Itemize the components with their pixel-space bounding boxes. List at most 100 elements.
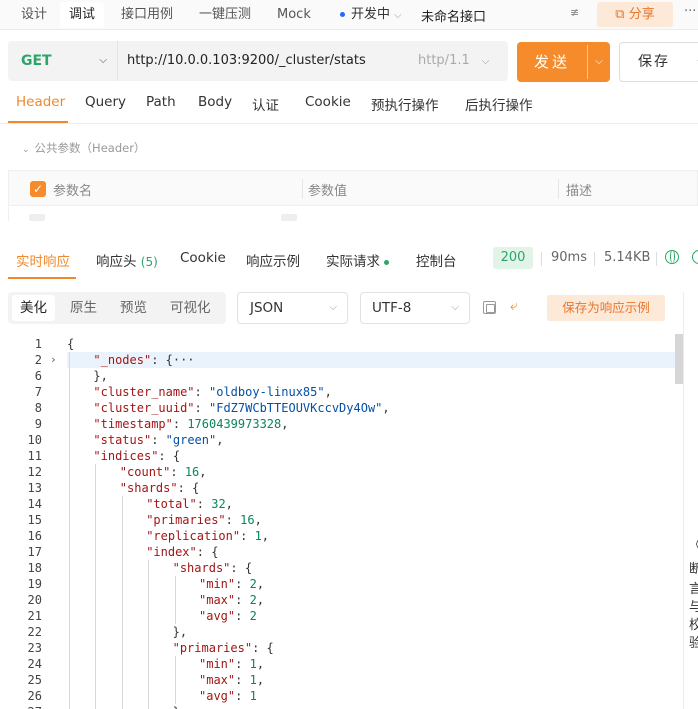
indent-guide bbox=[148, 640, 150, 656]
line-number: 17 bbox=[27, 545, 42, 559]
code-text: "min": 1, bbox=[199, 657, 265, 671]
column-divider[interactable] bbox=[302, 179, 303, 199]
method-select[interactable]: GET ⌵ bbox=[8, 41, 118, 81]
indent-guide bbox=[121, 560, 123, 576]
tab-realtime-response[interactable]: 实时响应 bbox=[16, 250, 70, 270]
indent-guide bbox=[121, 608, 123, 624]
tab-console[interactable]: 控制台 bbox=[416, 250, 457, 270]
share-button[interactable]: ⧉ 分享 bbox=[597, 2, 673, 27]
tab-design[interactable]: 设计 bbox=[12, 2, 56, 28]
indent-guide bbox=[69, 640, 70, 656]
indent-guide bbox=[95, 512, 97, 528]
tab-post-request[interactable]: 后执行操作 bbox=[465, 94, 533, 114]
view-visualize[interactable]: 可视化 bbox=[162, 295, 219, 321]
environment-selector[interactable]: 开发中 ⌵ bbox=[331, 2, 411, 28]
indent-guide bbox=[69, 512, 70, 528]
method-label: GET bbox=[21, 53, 52, 69]
public-params-toggle[interactable]: ⌄ 公共参数（Header） bbox=[22, 140, 145, 156]
code-line: 8 "cluster_uuid": "FdZ7WCbTTEOUVKccvDy4Ow… bbox=[0, 400, 675, 416]
code-line: 23 "primaries": { bbox=[0, 640, 675, 656]
line-number: 21 bbox=[27, 609, 42, 623]
tab-cookie[interactable]: Cookie bbox=[305, 94, 351, 110]
indent-guide bbox=[148, 624, 150, 640]
code-text: "max": 2, bbox=[199, 593, 265, 607]
indent-guide bbox=[121, 576, 123, 592]
column-divider[interactable] bbox=[558, 179, 559, 199]
code-text: }, bbox=[172, 625, 188, 639]
request-bar: GET ⌵ http://10.0.0.103:9200/_cluster/st… bbox=[8, 41, 508, 81]
col-param-name: 参数名 bbox=[53, 184, 93, 199]
side-panel-char: 验 bbox=[689, 636, 698, 651]
encoding-select[interactable]: UTF-8 ⌵ bbox=[360, 292, 470, 324]
indent-guide bbox=[69, 704, 70, 709]
format-icon[interactable]: ≢ bbox=[570, 6, 586, 22]
send-button[interactable]: 发送 ⌵ bbox=[517, 42, 610, 82]
api-name-input[interactable] bbox=[421, 4, 561, 26]
indent-guide bbox=[174, 688, 176, 704]
wrap-lines-icon[interactable]: ⤶ bbox=[510, 298, 518, 314]
tab-response-headers[interactable]: 响应头 (5) bbox=[96, 250, 158, 270]
chevron-down-icon: ⌵ bbox=[451, 302, 459, 313]
copy-icon[interactable] bbox=[483, 301, 496, 314]
tab-cases[interactable]: 接口用例 bbox=[112, 2, 182, 28]
url-input[interactable]: http://10.0.0.103:9200/_cluster/stats bbox=[127, 41, 366, 81]
indent-guide bbox=[148, 608, 150, 624]
line-number: 13 bbox=[27, 481, 42, 495]
side-panel-char: 断 bbox=[689, 562, 698, 577]
tab-auth[interactable]: 认证 bbox=[252, 94, 279, 114]
save-button[interactable]: 保存 ⌵ bbox=[619, 42, 698, 82]
fold-chevron-icon[interactable]: › bbox=[50, 352, 57, 368]
indent-guide bbox=[69, 544, 70, 560]
tab-response-cookie[interactable]: Cookie bbox=[180, 250, 226, 266]
tab-response-example[interactable]: 响应示例 bbox=[246, 250, 300, 270]
code-line: 16 "replication": 1, bbox=[0, 528, 675, 544]
tab-path[interactable]: Path bbox=[146, 94, 176, 110]
indent-guide bbox=[69, 368, 70, 384]
tab-body[interactable]: Body bbox=[198, 94, 232, 110]
more-options-icon[interactable]: ··· bbox=[684, 4, 696, 19]
view-mode-segment: 美化 原生 预览 可视化 bbox=[8, 292, 226, 324]
code-line: 9 "timestamp": 1760439973328, bbox=[0, 416, 675, 432]
chevron-down-icon[interactable]: ⌵ bbox=[588, 42, 610, 82]
public-params-label: 公共参数（Header） bbox=[34, 141, 146, 155]
editor-scrollbar[interactable] bbox=[675, 334, 683, 384]
format-select[interactable]: JSON ⌵ bbox=[237, 292, 348, 324]
code-text: }, bbox=[93, 369, 108, 383]
code-line: 6}, bbox=[0, 368, 675, 384]
view-raw[interactable]: 原生 bbox=[62, 295, 105, 321]
indent-guide bbox=[174, 672, 176, 688]
code-line: 27} bbox=[0, 704, 675, 709]
side-panel-char: 与 bbox=[689, 600, 698, 615]
indent-guide bbox=[121, 512, 123, 528]
code-line: 20 "max": 2, bbox=[0, 592, 675, 608]
request-tabs: Header Query Path Body 认证 Cookie 预执行操作 后… bbox=[0, 90, 698, 124]
protocol-select[interactable]: http/1.1 ⌵ bbox=[418, 41, 489, 81]
tab-pre-request[interactable]: 预执行操作 bbox=[371, 94, 439, 114]
globe-icon[interactable] bbox=[665, 250, 679, 264]
protocol-label: http/1.1 bbox=[418, 53, 470, 68]
view-preview[interactable]: 预览 bbox=[112, 295, 155, 321]
share-icon: ⧉ bbox=[615, 7, 625, 22]
tab-header[interactable]: Header bbox=[16, 94, 65, 110]
tab-actual-request[interactable]: 实际请求 bbox=[326, 250, 389, 270]
indent-guide bbox=[95, 464, 97, 480]
line-number: 26 bbox=[27, 689, 42, 703]
tab-stress-test[interactable]: 一键压测 bbox=[190, 2, 260, 28]
response-body-editor[interactable]: 1{2 › "_nodes": {··· 6}, 7 "cluster_name": "o… bbox=[0, 334, 675, 709]
code-line: 22}, bbox=[0, 624, 675, 640]
view-pretty[interactable]: 美化 bbox=[12, 295, 55, 321]
chevron-down-icon: ⌵ bbox=[99, 55, 107, 66]
indent-guide bbox=[69, 592, 70, 608]
code-line: 10 "status": "green", bbox=[0, 432, 675, 448]
select-all-checkbox[interactable]: ✓ bbox=[30, 181, 46, 197]
save-label: 保存 bbox=[638, 54, 670, 70]
tab-mock[interactable]: Mock bbox=[268, 2, 320, 28]
tab-debug[interactable]: 调试 bbox=[60, 2, 105, 28]
save-as-example-button[interactable]: 保存为响应示例 bbox=[547, 295, 665, 321]
indent-guide bbox=[95, 688, 97, 704]
indent-guide bbox=[95, 624, 97, 640]
indent-guide bbox=[69, 656, 70, 672]
indent-guide bbox=[69, 352, 70, 368]
row-placeholder bbox=[29, 214, 45, 221]
tab-query[interactable]: Query bbox=[85, 94, 126, 110]
